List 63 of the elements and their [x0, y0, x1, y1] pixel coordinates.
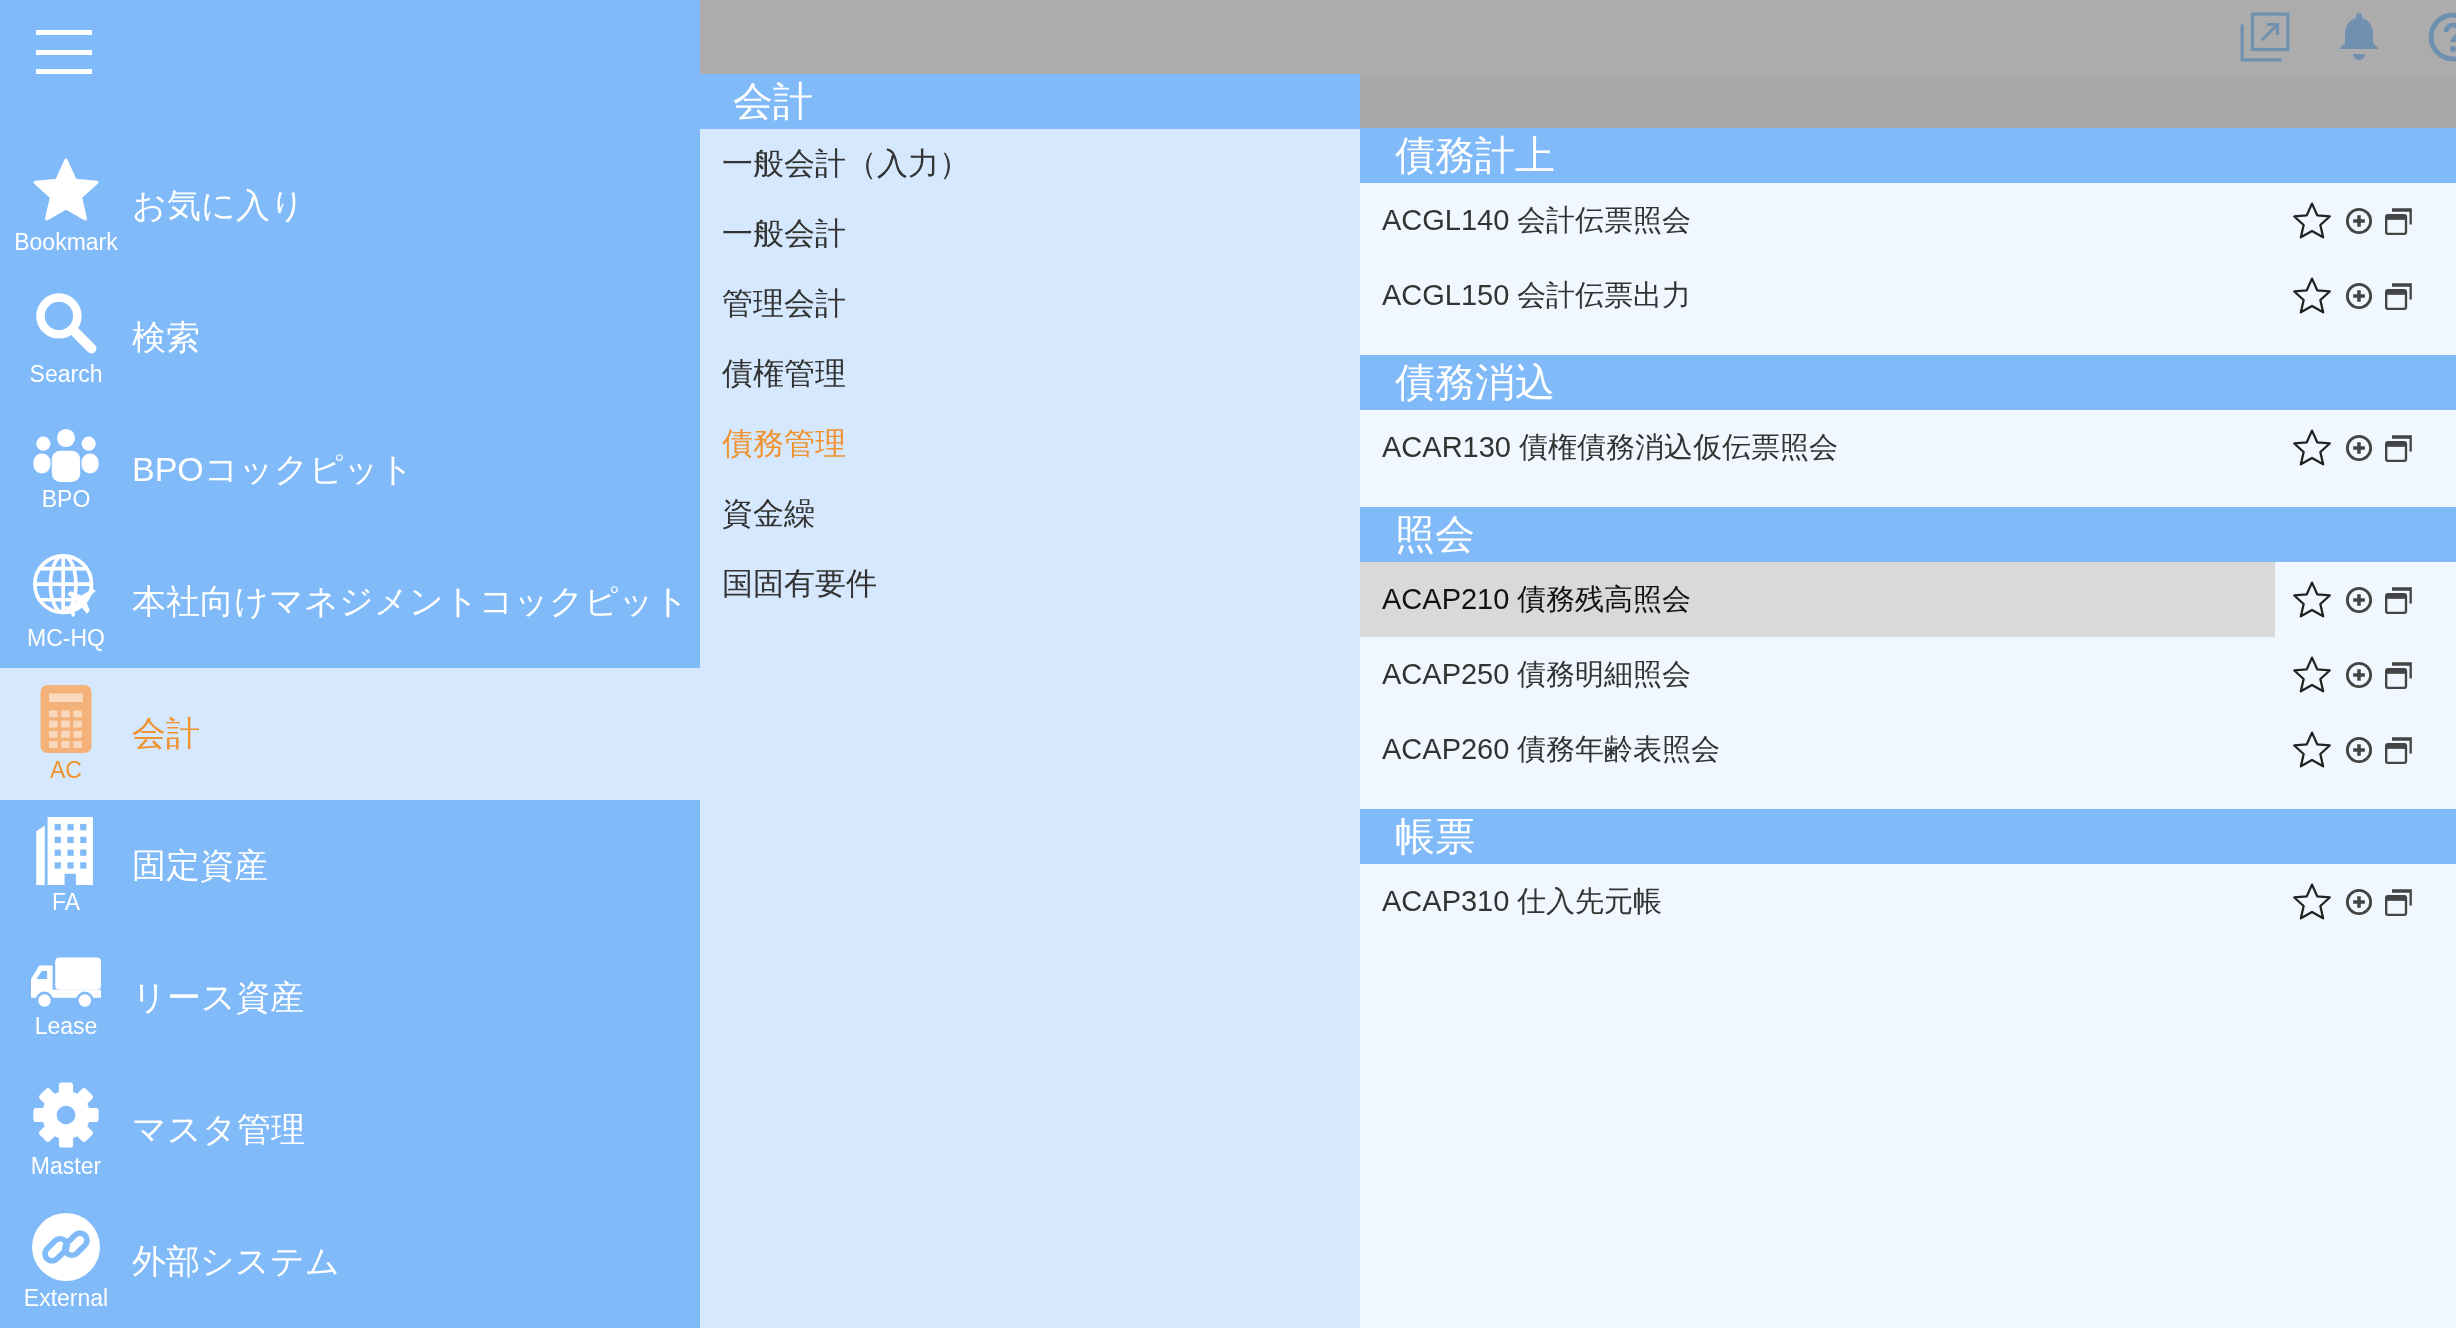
new-window-button[interactable]: [2385, 735, 2413, 764]
item-caption: Lease: [34, 1012, 98, 1040]
link-icon: [32, 1212, 100, 1281]
section-title: 債務消込: [1360, 355, 2456, 410]
item-label: 本社向けマネジメントコックピット: [132, 581, 690, 622]
program-link[interactable]: ACAP260 債務年齢表照会: [1360, 712, 2275, 787]
star-button[interactable]: [2291, 654, 2333, 695]
add-button[interactable]: [2345, 735, 2373, 764]
program-link[interactable]: ACAR130 債権債務消込仮伝票照会: [1360, 410, 2275, 485]
add-button[interactable]: [2345, 660, 2373, 689]
program-link[interactable]: ACGL150 会計伝票出力: [1360, 258, 2275, 333]
item-label: 会計: [132, 713, 201, 754]
submenu-item[interactable]: 一般会計: [700, 199, 1360, 269]
new-window-button[interactable]: [2385, 281, 2413, 310]
submenu-item[interactable]: 資金繰: [700, 479, 1360, 549]
new-window-button[interactable]: [2385, 433, 2413, 462]
section-title: 債務計上: [1360, 128, 2456, 183]
program-link[interactable]: ACAP210 債務残高照会: [1360, 562, 2275, 637]
item-label: マスタ管理: [132, 1109, 306, 1150]
item-label: リース資産: [132, 977, 305, 1018]
new-window-button[interactable]: [2385, 660, 2413, 689]
truck-icon: [31, 956, 101, 1009]
item-caption: AC: [50, 756, 82, 784]
star-button[interactable]: [2291, 881, 2333, 922]
star-button[interactable]: [2291, 427, 2333, 468]
add-button[interactable]: [2345, 281, 2373, 310]
program-link[interactable]: ACGL140 会計伝票照会: [1360, 183, 2275, 258]
item-label: 検索: [132, 317, 201, 358]
submenu-item[interactable]: 国固有要件: [700, 549, 1360, 619]
people-icon: [32, 427, 100, 482]
item-caption: Search: [29, 360, 103, 388]
star-button[interactable]: [2291, 200, 2333, 241]
new-window-button[interactable]: [2385, 887, 2413, 916]
program-link[interactable]: ACAP250 債務明細照会: [1360, 637, 2275, 712]
item-label: BPOコックピット: [132, 449, 415, 490]
submenu-item[interactable]: 管理会計: [700, 269, 1360, 339]
submenu-item[interactable]: 債権管理: [700, 339, 1360, 409]
section-title: 帳票: [1360, 809, 2456, 864]
item-label: 外部システム: [132, 1241, 341, 1282]
item-caption: FA: [51, 888, 81, 916]
gear-icon: [32, 1080, 100, 1149]
item-label: お気に入り: [132, 185, 306, 226]
item-label: 固定資産: [132, 845, 269, 886]
calculator-icon: [40, 684, 92, 753]
add-button[interactable]: [2345, 206, 2373, 235]
building-icon: [36, 816, 96, 885]
new-window-button[interactable]: [2385, 206, 2413, 235]
new-window-button[interactable]: [2385, 585, 2413, 614]
item-caption: BPO: [41, 485, 91, 513]
section-title: 照会: [1360, 507, 2456, 562]
item-caption: MC-HQ: [27, 624, 105, 652]
star-button[interactable]: [2291, 729, 2333, 770]
add-button[interactable]: [2345, 585, 2373, 614]
program-link[interactable]: ACAP310 仕入先元帳: [1360, 864, 2275, 939]
item-caption: External: [23, 1284, 109, 1312]
star-button[interactable]: [2291, 579, 2333, 620]
item-caption: Master: [30, 1152, 102, 1180]
submenu-title: 会計: [700, 74, 1360, 129]
add-button[interactable]: [2345, 433, 2373, 462]
item-caption: Bookmark: [14, 228, 118, 256]
star-button[interactable]: [2291, 275, 2333, 316]
submenu-item[interactable]: 一般会計（入力）: [700, 129, 1360, 199]
add-button[interactable]: [2345, 887, 2373, 916]
